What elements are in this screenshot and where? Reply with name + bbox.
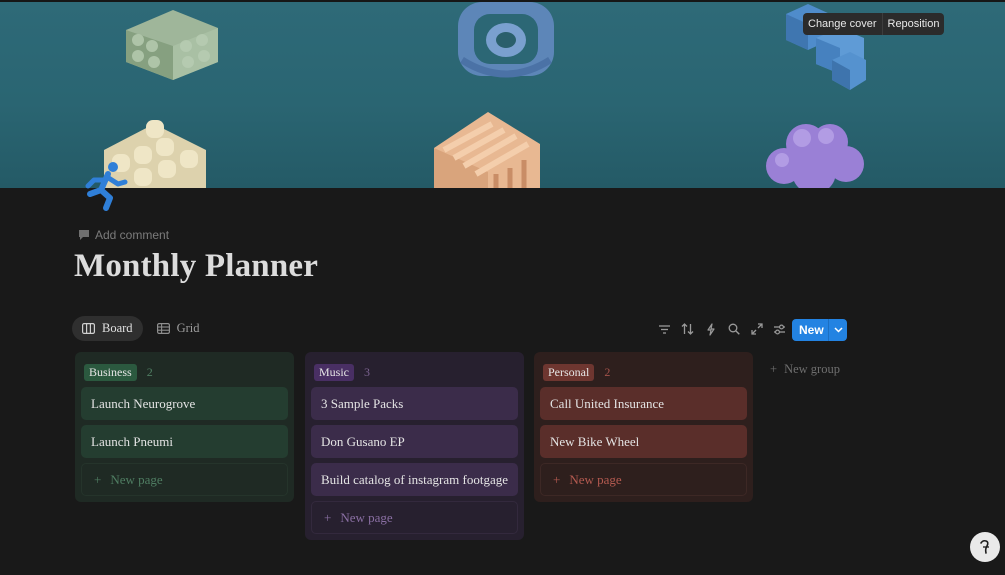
board-group-music: Music 3 3 Sample Packs Don Gusano EP Bui… xyxy=(305,352,524,540)
new-page-button[interactable]: + New page xyxy=(311,501,518,534)
cover-3d-blob-purple xyxy=(766,124,864,188)
new-page-button[interactable]: + New page xyxy=(540,463,747,496)
plus-icon: + xyxy=(324,509,332,525)
plus-icon: + xyxy=(94,471,102,487)
lightning-icon[interactable] xyxy=(702,319,719,339)
tab-grid[interactable]: Grid xyxy=(147,316,210,341)
board-card[interactable]: Launch Neurogrove xyxy=(81,387,288,420)
group-tag: Music xyxy=(314,363,354,381)
help-icon xyxy=(980,539,989,554)
cover-3d-tubes-peach xyxy=(434,112,540,188)
group-tag: Business xyxy=(84,363,137,381)
plus-icon: + xyxy=(553,471,561,487)
help-button[interactable] xyxy=(970,532,1000,562)
group-header[interactable]: Personal 2 xyxy=(540,357,747,387)
board-card[interactable]: Launch Pneumi xyxy=(81,425,288,458)
table-icon xyxy=(156,323,170,334)
comment-icon xyxy=(79,230,89,240)
settings-sliders-icon[interactable] xyxy=(771,319,788,339)
tab-board-label: Board xyxy=(102,321,133,335)
view-tabs: Board Grid xyxy=(72,316,209,341)
filter-icon[interactable] xyxy=(656,319,673,339)
board-icon xyxy=(82,323,95,334)
group-tag: Personal xyxy=(543,363,595,381)
group-count: 3 xyxy=(364,364,370,379)
tab-board[interactable]: Board xyxy=(72,316,143,341)
group-header[interactable]: Business 2 xyxy=(81,357,288,387)
database-toolbar xyxy=(656,319,788,339)
group-count: 2 xyxy=(604,364,611,379)
new-page-label: New page xyxy=(340,509,393,525)
board-group-business: Business 2 Launch Neurogrove Launch Pneu… xyxy=(75,352,294,502)
board-card[interactable]: New Bike Wheel xyxy=(540,425,747,458)
new-group-button[interactable]: + New group xyxy=(770,362,840,377)
search-icon[interactable] xyxy=(725,319,742,339)
group-header[interactable]: Music 3 xyxy=(311,357,518,387)
new-page-label: New page xyxy=(110,471,163,487)
page-title[interactable]: Monthly Planner xyxy=(74,248,318,285)
sort-icon[interactable] xyxy=(679,319,696,339)
group-count: 2 xyxy=(146,364,153,379)
plus-icon: + xyxy=(770,362,778,376)
change-cover-button[interactable]: Change cover xyxy=(803,13,882,35)
new-group-label: New group xyxy=(784,362,840,376)
board-group-personal: Personal 2 Call United Insurance New Bik… xyxy=(534,352,753,502)
new-button-group: New xyxy=(792,319,847,341)
new-dropdown-button[interactable] xyxy=(828,319,847,341)
page-cover: Change cover Reposition xyxy=(0,0,1005,188)
new-page-label: New page xyxy=(569,471,622,487)
chevron-down-icon xyxy=(833,327,843,333)
tab-grid-label: Grid xyxy=(176,321,200,335)
add-comment-label: Add comment xyxy=(95,228,170,242)
running-figure-icon[interactable] xyxy=(82,160,128,212)
new-button[interactable]: New xyxy=(792,319,828,341)
expand-icon[interactable] xyxy=(748,319,765,339)
board-card[interactable]: Call United Insurance xyxy=(540,387,747,420)
board-card[interactable]: Don Gusano EP xyxy=(311,425,518,458)
new-page-button[interactable]: + New page xyxy=(81,463,288,496)
board-card[interactable]: 3 Sample Packs xyxy=(311,387,518,420)
add-comment-button[interactable]: Add comment xyxy=(78,228,169,242)
cover-3d-ring-cube xyxy=(458,2,554,78)
cover-controls: Change cover Reposition xyxy=(803,13,945,35)
board-card[interactable]: Build catalog of instagram footgage xyxy=(311,463,518,496)
reposition-button[interactable]: Reposition xyxy=(881,13,945,35)
cover-3d-cube-sage xyxy=(126,10,218,80)
